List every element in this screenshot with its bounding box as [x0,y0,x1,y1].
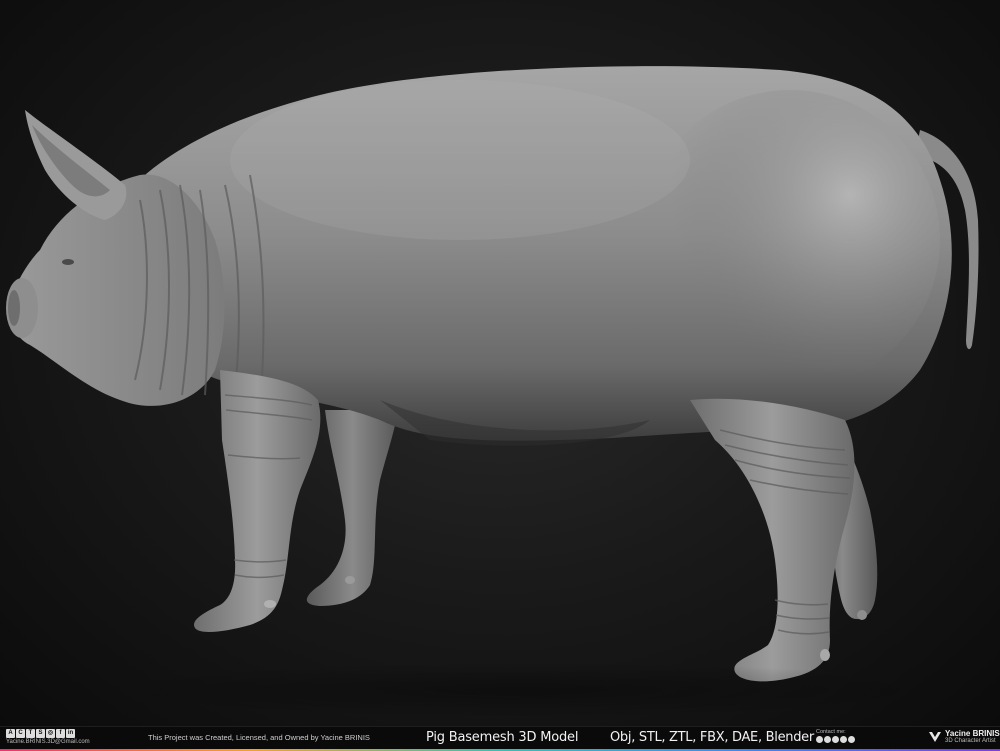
facebook-icon[interactable] [816,736,823,743]
footer-bar: A C T S ◎ f in Yacine.BRINIS.3D@Gmail.co… [0,726,1000,751]
linkedin-icon[interactable]: in [66,729,75,738]
turbosquid-icon[interactable]: T [26,729,35,738]
social-links: A C T S ◎ f in Yacine.BRINIS.3D@Gmail.co… [6,729,126,745]
contact-icon-row [816,736,876,743]
sketchfab-icon[interactable]: S [36,729,45,738]
facebook-icon[interactable]: f [56,729,65,738]
social-icon-row: A C T S ◎ f in [6,729,126,738]
license-credit: This Project was Created, Licensed, and … [148,733,370,742]
email-icon[interactable] [840,736,847,743]
brand-logo-icon [929,732,941,742]
instagram-icon[interactable]: ◎ [46,729,55,738]
brand-name: Yacine BRINIS [945,729,1000,738]
pig-render [6,66,979,718]
model-title: Pig Basemesh 3D Model [426,730,579,745]
artstation-icon[interactable]: A [6,729,15,738]
artstation-icon[interactable] [832,736,839,743]
file-formats: Obj, STL, ZTL, FBX, DAE, Blender [610,730,814,745]
brand-signature: Yacine BRINIS 3D Character Artist [928,730,1000,744]
cgtrader-icon[interactable]: C [16,729,25,738]
instagram-icon[interactable] [824,736,831,743]
render-viewport [0,0,1000,726]
contact-label: Contact me: [816,729,846,735]
linkedin-icon[interactable] [848,736,855,743]
contact-block: Contact me: [816,729,876,743]
contact-email[interactable]: Yacine.BRINIS.3D@Gmail.com [6,739,126,745]
brand-role: 3D Character Artist [945,738,996,744]
